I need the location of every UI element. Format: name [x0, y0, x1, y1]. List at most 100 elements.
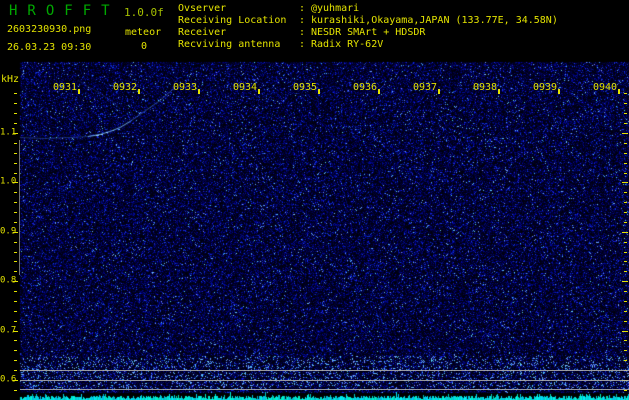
time-tick-label: 0938 [473, 82, 498, 93]
freq-tick [14, 390, 17, 391]
axis-overlay: HROFFT 1.0.0f 2603230930.png meteor 26.0… [0, 0, 629, 400]
freq-tick-right [624, 261, 627, 262]
meteor-label: meteor [125, 27, 162, 38]
freq-tick [14, 222, 17, 223]
freq-tick [14, 202, 17, 203]
time-tick-label: 0932 [113, 82, 138, 93]
freq-tick [13, 182, 18, 183]
info-label: Receiving Location [178, 15, 287, 26]
freq-tick-right [624, 173, 627, 174]
freq-tick [14, 153, 17, 154]
freq-tick [14, 163, 17, 164]
info-colon: : [299, 27, 306, 38]
freq-tick-right [624, 113, 627, 114]
freq-tick [14, 350, 17, 351]
info-value: kurashiki,Okayama,JAPAN (133.77E, 34.58N… [311, 15, 558, 26]
freq-tick [14, 103, 17, 104]
time-tick [438, 89, 440, 94]
freq-tick-right [622, 331, 628, 332]
station-info: Ovserver: @yuhmari Receiving Location: kur… [178, 3, 558, 51]
info-colon: : [299, 3, 306, 14]
freq-tick-label: 0.8 [0, 275, 17, 286]
time-tick [138, 89, 140, 94]
freq-tick-right [624, 271, 627, 272]
freq-tick [14, 340, 17, 341]
freq-tick [14, 291, 17, 292]
freq-tick-right [624, 103, 627, 104]
freq-tick-right [622, 232, 628, 233]
time-tick-label: 0937 [413, 82, 438, 93]
freq-tick-right [624, 291, 627, 292]
info-colon: : [299, 39, 306, 50]
time-tick [558, 89, 560, 94]
info-row-antenna: Recviving antenna: Radix RY-62V [178, 39, 558, 51]
freq-tick-right [624, 242, 627, 243]
time-tick-label: 0934 [233, 82, 258, 93]
freq-tick-right [622, 281, 628, 282]
freq-tick-right [624, 311, 627, 312]
freq-tick [14, 271, 17, 272]
freq-tick [13, 331, 18, 332]
info-value: Radix RY-62V [311, 39, 384, 50]
time-tick-label: 0936 [353, 82, 378, 93]
info-value: NESDR SMArt + HDSDR [311, 27, 426, 38]
freq-tick-right [624, 350, 627, 351]
meteor-count: 0 [141, 41, 148, 52]
info-row-observer: Ovserver: @yuhmari [178, 3, 558, 15]
time-tick [198, 89, 200, 94]
time-tick [258, 89, 260, 94]
reference-line [20, 370, 629, 371]
freq-tick-right [624, 321, 627, 322]
axis-edge-line [19, 140, 20, 275]
freq-tick-right [624, 252, 627, 253]
freq-tick-right [624, 390, 627, 391]
info-row-location: Receiving Location: kurashiki,Okayama,JAP… [178, 15, 558, 27]
freq-tick [13, 232, 18, 233]
freq-tick [14, 370, 17, 371]
freq-tick-right [624, 163, 627, 164]
freq-tick [13, 281, 18, 282]
freq-tick [14, 261, 17, 262]
version-label: 1.0.0f [124, 6, 164, 19]
info-row-receiver: Receiver: NESDR SMArt + HDSDR [178, 27, 558, 39]
info-label: Recviving antenna [178, 39, 281, 50]
time-tick [618, 89, 620, 94]
freq-tick [13, 133, 18, 134]
frequency-unit-label: kHz [1, 74, 20, 85]
freq-tick [14, 143, 17, 144]
time-tick [378, 89, 380, 94]
time-tick [498, 89, 500, 94]
freq-tick-right [624, 192, 627, 193]
freq-tick [14, 123, 17, 124]
time-tick-label: 0939 [533, 82, 558, 93]
freq-tick [14, 252, 17, 253]
freq-tick-label: 1.1 [0, 127, 17, 138]
app-title: HROFFT [9, 3, 120, 19]
freq-tick-right [624, 153, 627, 154]
freq-tick-right [624, 202, 627, 203]
info-label: Ovserver [178, 3, 227, 14]
freq-tick-right [624, 301, 627, 302]
freq-tick-right [622, 182, 628, 183]
reference-line [20, 389, 629, 390]
time-tick-label: 0931 [53, 82, 78, 93]
freq-tick [14, 93, 17, 94]
freq-tick [14, 173, 17, 174]
time-tick-label: 0940 [593, 82, 618, 93]
freq-tick-right [624, 143, 627, 144]
datetime-label: 26.03.23 09:30 [7, 42, 92, 53]
filename-label: 2603230930.png [7, 24, 92, 35]
freq-tick-label: 0.7 [0, 325, 17, 336]
freq-tick-label: 1.0 [0, 176, 17, 187]
freq-tick [13, 380, 18, 381]
reference-line [20, 380, 629, 381]
freq-tick-right [624, 360, 627, 361]
freq-tick [14, 192, 17, 193]
time-tick [318, 89, 320, 94]
freq-tick [14, 321, 17, 322]
freq-tick-right [624, 123, 627, 124]
info-value: @yuhmari [311, 3, 360, 14]
freq-tick [14, 301, 17, 302]
freq-tick-right [624, 222, 627, 223]
time-tick-label: 0933 [173, 82, 198, 93]
